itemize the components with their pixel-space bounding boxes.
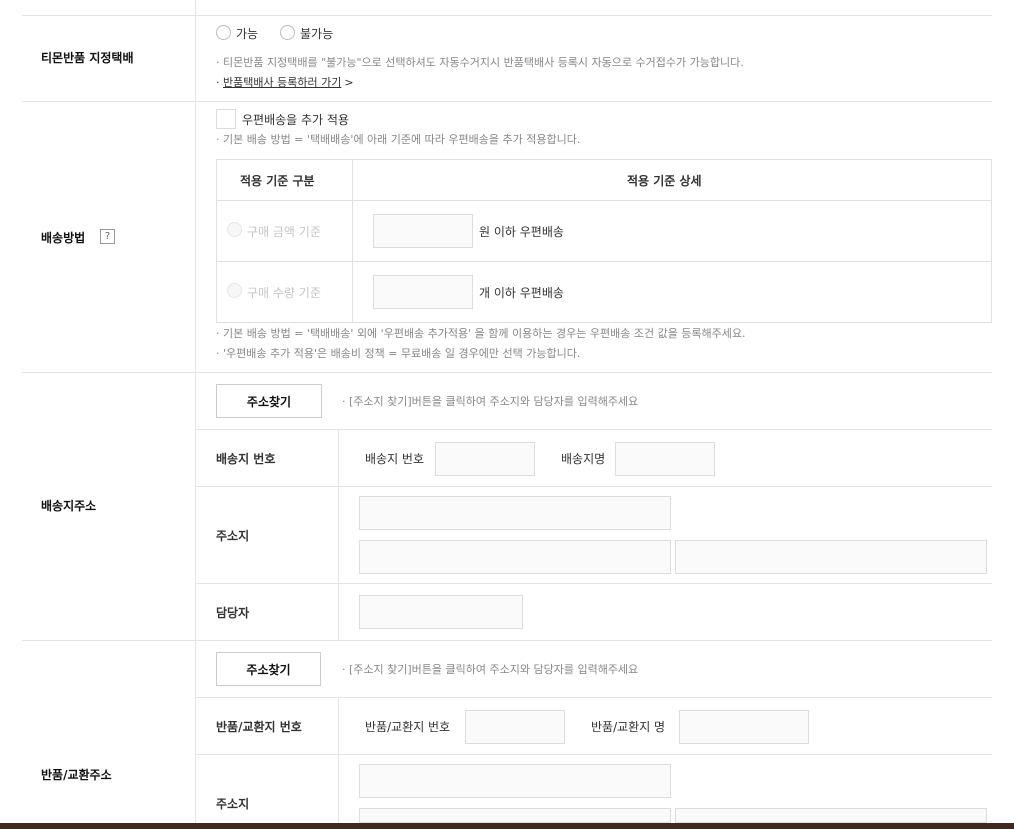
shipping-name-field-label: 배송지명	[561, 452, 606, 466]
shipping-number-label: 배송지 번호	[216, 452, 276, 466]
radio-quantity-criteria[interactable]	[227, 283, 242, 298]
return-address-label: 반품/교환주소	[41, 768, 112, 782]
divider	[22, 372, 992, 373]
return-name-field-label: 반품/교환지 명	[591, 720, 666, 734]
delivery-note-1: · 기본 배송 방법 = '택배배송'에 아래 기준에 따라 우편배송을 추가 …	[216, 133, 581, 146]
return-name-input[interactable]	[679, 710, 809, 744]
return-number-field-label: 반품/교환지 번호	[365, 720, 451, 734]
radio-unavailable-label: 불가능	[300, 27, 334, 41]
delivery-note-3: · '우편배송 추가 적용'은 배송비 정책 = 무료배송 일 경우에만 선택 …	[216, 347, 581, 360]
quantity-input[interactable]	[373, 275, 473, 309]
radio-quantity-criteria-label: 구매 수량 기준	[247, 286, 321, 300]
delivery-note-2: · 기본 배송 방법 = '택배배송' 외에 '우편배송 추가적용' 을 함께 …	[216, 327, 746, 340]
return-address-input[interactable]	[359, 808, 671, 823]
chevron-right-icon: >	[344, 76, 354, 89]
address-input[interactable]	[359, 540, 671, 574]
find-return-address-hint: · [주소지 찾기]버튼을 클릭하여 주소지와 담당자를 입력해주세요	[342, 663, 639, 676]
divider	[338, 698, 339, 829]
table-header-detail: 적용 기준 상세	[627, 174, 702, 188]
manager-label: 담당자	[216, 606, 250, 620]
divider	[216, 261, 992, 262]
return-address-detail-input[interactable]	[675, 808, 987, 823]
find-address-button[interactable]: 주소찾기	[216, 384, 322, 418]
manager-input[interactable]	[359, 595, 523, 629]
find-return-address-button[interactable]: 주소찾기	[216, 652, 321, 686]
postal-delivery-checkbox[interactable]	[216, 109, 236, 129]
divider	[196, 429, 992, 430]
zipcode-input[interactable]	[359, 496, 671, 530]
divider	[22, 640, 992, 641]
return-courier-note: · 티몬반품 지정택배를 "불가능"으로 선택하셔도 자동수거지시 반품택배사 …	[216, 56, 744, 69]
divider	[338, 430, 339, 640]
postal-delivery-checkbox-label: 우편배송을 추가 적용	[242, 113, 349, 127]
postal-criteria-table	[216, 159, 992, 323]
divider	[22, 15, 992, 16]
return-courier-link-row: · 반품택배사 등록하러 가기 >	[216, 74, 354, 90]
register-courier-link[interactable]: 반품택배사 등록하러 가기	[223, 76, 341, 89]
delivery-method-label: 배송방법	[41, 231, 86, 245]
divider	[196, 486, 992, 487]
radio-available-label: 가능	[236, 27, 259, 41]
return-zipcode-input[interactable]	[359, 764, 671, 798]
address-detail-input[interactable]	[675, 540, 987, 574]
return-address-field-label: 주소지	[216, 797, 250, 811]
divider	[22, 101, 992, 102]
amount-input[interactable]	[373, 214, 473, 248]
radio-amount-criteria[interactable]	[227, 222, 242, 237]
radio-unavailable[interactable]	[280, 25, 295, 40]
divider	[195, 0, 196, 829]
link-bullet: ·	[216, 76, 223, 89]
amount-suffix: 원 이하 우편배송	[479, 225, 564, 239]
shipping-name-input[interactable]	[615, 442, 715, 476]
return-number-input[interactable]	[465, 710, 565, 744]
shipping-number-input[interactable]	[435, 442, 535, 476]
bottom-bar	[0, 823, 1014, 829]
divider	[352, 159, 353, 323]
divider	[216, 200, 992, 201]
return-courier-label: 티몬반품 지정택배	[41, 51, 134, 65]
radio-amount-criteria-label: 구매 금액 기준	[247, 225, 321, 239]
divider	[196, 583, 992, 584]
find-address-hint: · [주소지 찾기]버튼을 클릭하여 주소지와 담당자를 입력해주세요	[342, 395, 639, 408]
radio-available[interactable]	[216, 25, 231, 40]
shipping-number-field-label: 배송지 번호	[365, 452, 425, 466]
help-icon[interactable]: ?	[100, 229, 115, 244]
divider	[196, 697, 992, 698]
shipping-address-field-label: 주소지	[216, 529, 250, 543]
return-number-label: 반품/교환지 번호	[216, 720, 302, 734]
shipping-address-label: 배송지주소	[41, 499, 97, 513]
divider	[196, 754, 992, 755]
quantity-suffix: 개 이하 우편배송	[479, 286, 564, 300]
table-header-criteria: 적용 기준 구분	[240, 174, 315, 188]
